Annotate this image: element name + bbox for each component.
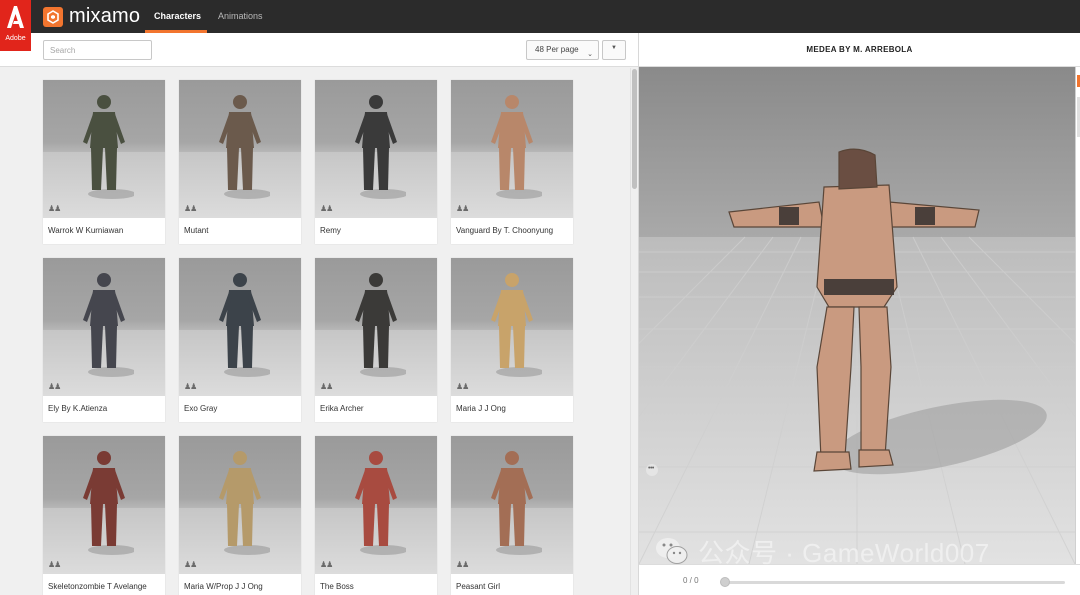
search-input[interactable] — [43, 40, 152, 60]
chevron-down-icon: ⌄ — [587, 51, 593, 58]
character-name: Mutant — [184, 226, 209, 235]
caret-down-icon: ▼ — [611, 45, 617, 51]
3d-scene — [639, 67, 1075, 564]
rigged-character-icon: ♟♟ — [184, 204, 197, 213]
grid-scrollbar[interactable] — [630, 68, 638, 595]
character-thumbnail — [179, 80, 301, 218]
rigged-character-icon: ♟♟ — [48, 382, 61, 391]
character-figure — [219, 273, 270, 377]
character-figure — [491, 451, 542, 555]
adobe-icon — [7, 6, 24, 28]
mixamo-wordmark: mixamo — [69, 5, 141, 27]
character-thumbnail — [179, 258, 301, 396]
rigged-character-icon: ♟♟ — [320, 204, 333, 213]
library-toolbar: 48 Per page ⌄ ▼ — [0, 33, 638, 67]
adobe-logo[interactable]: Adobe — [0, 0, 31, 51]
rigged-character-icon: ♟♟ — [184, 560, 197, 569]
character-thumbnail — [315, 80, 437, 218]
rigged-character-icon: ♟♟ — [456, 382, 469, 391]
character-thumbnail — [43, 258, 165, 396]
character-card[interactable]: ♟♟ The Boss — [315, 436, 437, 595]
scrollbar-thumb[interactable] — [632, 69, 637, 189]
character-figure — [355, 95, 406, 199]
character-card[interactable]: ♟♟ Vanguard By T. Choonyung — [451, 80, 573, 244]
character-name: Skeletonzombie T Avelange — [48, 582, 147, 591]
character-name: The Boss — [320, 582, 354, 591]
top-nav-bar: mixamo Characters Animations — [0, 0, 1080, 33]
character-figure — [219, 451, 270, 555]
side-panel-edge[interactable] — [1075, 67, 1080, 564]
character-card[interactable]: ♟♟ Erika Archer — [315, 258, 437, 422]
character-name: Maria W/Prop J J Ong — [184, 582, 263, 591]
character-card[interactable]: ♟♟ Warrok W Kurniawan — [43, 80, 165, 244]
tab-animations[interactable]: Animations — [218, 0, 263, 33]
character-card[interactable]: ♟♟ Remy — [315, 80, 437, 244]
rigged-character-icon: ♟♟ — [48, 560, 61, 569]
character-thumbnail — [179, 436, 301, 574]
character-card[interactable]: ♟♟ Maria J J Ong — [451, 258, 573, 422]
3d-viewport[interactable] — [639, 67, 1075, 564]
character-name: Peasant Girl — [456, 582, 501, 591]
character-thumbnail — [451, 436, 573, 574]
character-thumbnail — [451, 258, 573, 396]
character-name: Vanguard By T. Choonyung — [456, 226, 554, 235]
character-card[interactable]: ♟♟ Peasant Girl — [451, 436, 573, 595]
character-figure — [83, 451, 134, 555]
watermark: 公众号 · GameWorld007 — [654, 533, 990, 569]
per-page-select[interactable]: 48 Per page ⌄ — [526, 40, 599, 60]
character-name: Remy — [320, 226, 341, 235]
character-thumbnail — [315, 436, 437, 574]
character-thumbnail — [451, 80, 573, 218]
character-card[interactable]: ♟♟ Skeletonzombie T Avelange — [43, 436, 165, 595]
timecode: 0 / 0 — [683, 576, 699, 585]
character-figure — [219, 95, 270, 199]
watermark-text: 公众号 · GameWorld007 — [698, 537, 990, 568]
character-figure — [83, 273, 134, 377]
timeline-track[interactable] — [723, 581, 1065, 584]
sort-dropdown-button[interactable]: ▼ — [602, 40, 626, 60]
mixamo-logo[interactable]: mixamo — [43, 5, 141, 27]
character-thumbnail — [43, 436, 165, 574]
character-name: Maria J J Ong — [456, 404, 506, 413]
preview-header: MEDEA BY M. ARREBOLA — [639, 33, 1080, 67]
mixamo-logo-icon — [43, 6, 63, 27]
character-figure — [491, 95, 542, 199]
character-thumbnail — [315, 258, 437, 396]
character-card[interactable]: ♟♟ Ely By K.Atienza — [43, 258, 165, 422]
rigged-character-icon: ♟♟ — [456, 560, 469, 569]
rigged-character-icon: ♟♟ — [456, 204, 469, 213]
rigged-character-icon: ♟♟ — [48, 204, 61, 213]
character-figure — [491, 273, 542, 377]
character-name: Ely By K.Atienza — [48, 404, 108, 413]
character-figure — [355, 451, 406, 555]
rigged-character-icon: ♟♟ — [320, 382, 333, 391]
character-figure — [83, 95, 134, 199]
rigged-character-icon: ♟♟ — [320, 560, 333, 569]
character-grid: ♟♟ Warrok W Kurniawan ♟♟ Mutant ♟♟ Remy ♟♟ Vang… — [0, 68, 630, 595]
wechat-icon — [654, 535, 690, 567]
character-name: Warrok W Kurniawan — [48, 226, 124, 235]
preview-title: MEDEA BY M. ARREBOLA — [806, 45, 913, 54]
timeline-scrubber[interactable] — [720, 577, 730, 587]
per-page-value: 48 Per page — [535, 45, 579, 54]
character-figure — [355, 273, 406, 377]
character-card[interactable]: ♟♟ Exo Gray — [179, 258, 301, 422]
rigged-character-icon: ♟♟ — [184, 382, 197, 391]
character-card[interactable]: ♟♟ Maria W/Prop J J Ong — [179, 436, 301, 595]
character-name: Exo Gray — [184, 404, 218, 413]
camera-orbit-icon[interactable]: ••• — [646, 464, 658, 476]
tab-characters[interactable]: Characters — [154, 0, 201, 33]
adobe-label: Adobe — [5, 35, 26, 42]
character-thumbnail — [43, 80, 165, 218]
character-name: Erika Archer — [320, 404, 364, 413]
character-card[interactable]: ♟♟ Mutant — [179, 80, 301, 244]
